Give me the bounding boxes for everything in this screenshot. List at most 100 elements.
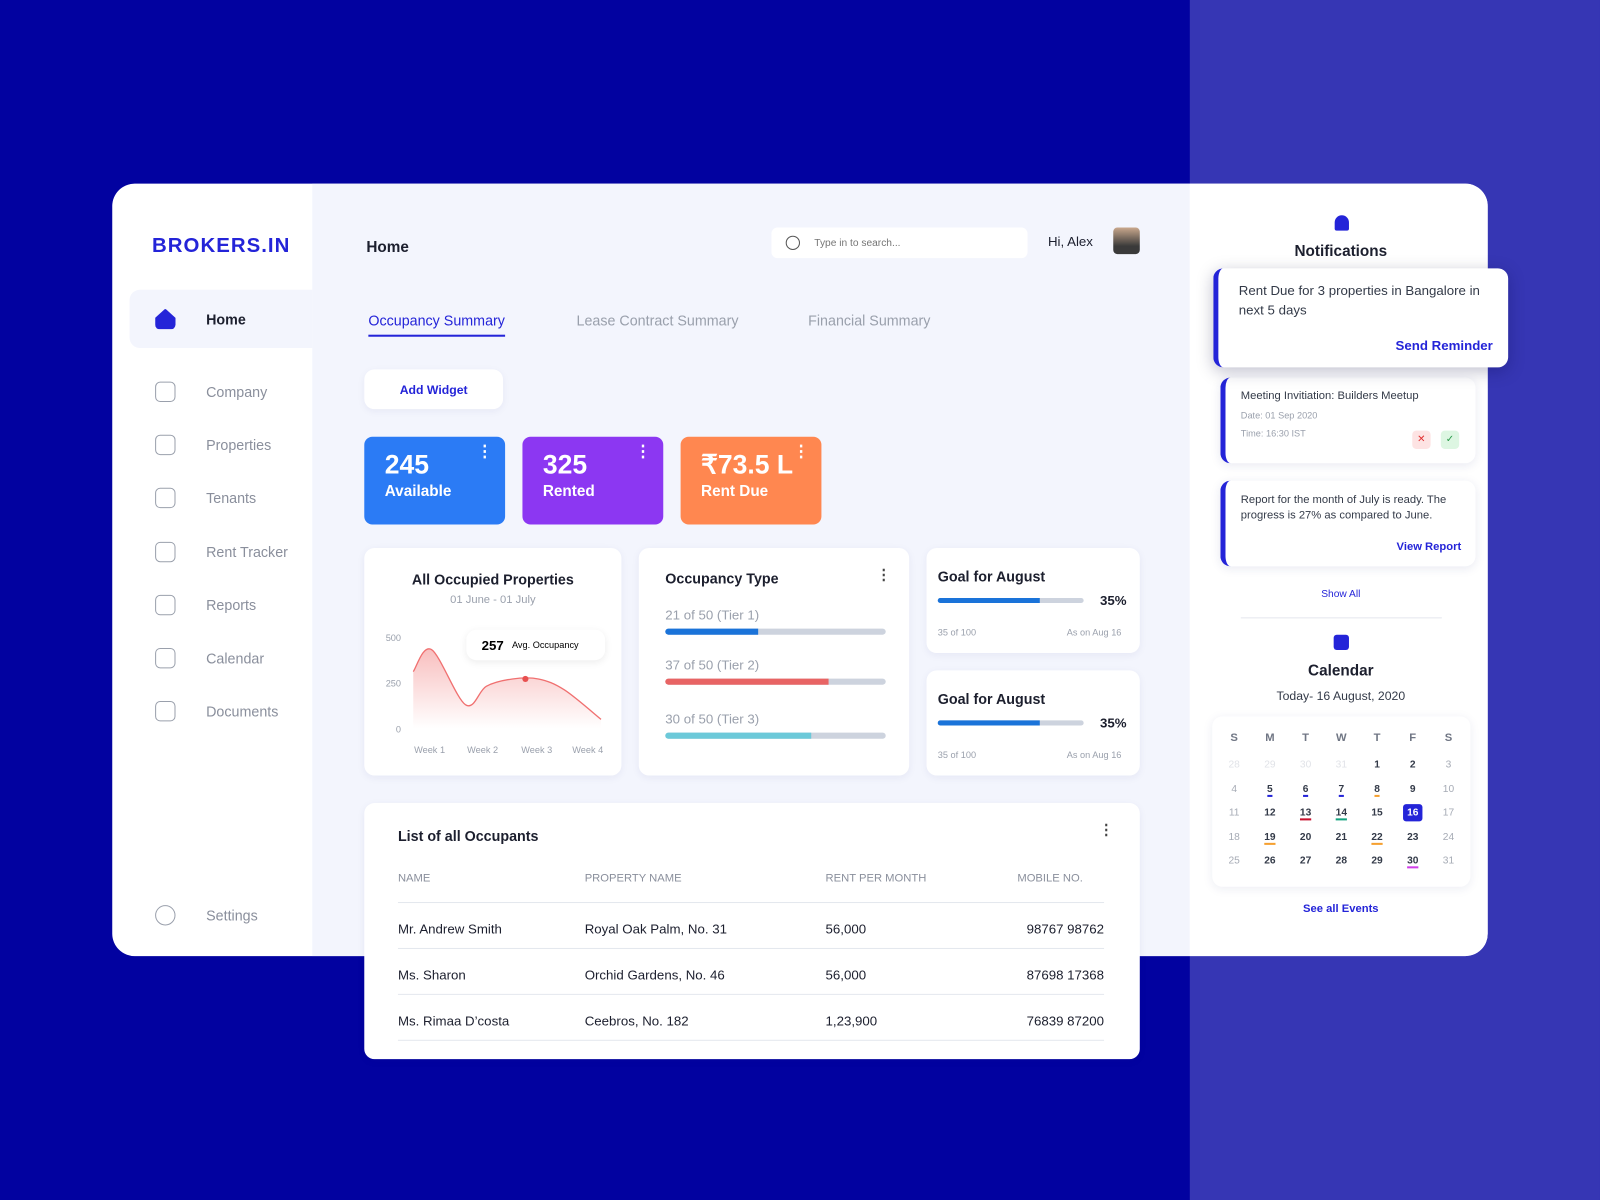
view-report-link[interactable]: View Report <box>1397 540 1462 555</box>
calendar-day[interactable]: 2 <box>1395 753 1431 777</box>
day-number: 29 <box>1371 855 1383 867</box>
day-number: 30 <box>1407 855 1419 869</box>
calendar-day[interactable]: 10 <box>1431 777 1467 801</box>
calendar-day[interactable]: 15 <box>1359 801 1395 825</box>
calendar-day[interactable]: 24 <box>1431 825 1467 849</box>
notification-text: Rent Due for 3 properties in Bangalore i… <box>1238 282 1480 318</box>
weekday-label: M <box>1265 731 1275 744</box>
stat-card-rent-due[interactable]: ₹73.5 L Rent Due ⋮ <box>680 436 822 525</box>
avatar[interactable] <box>1113 227 1140 255</box>
sidebar-item-company[interactable]: Company <box>112 371 312 412</box>
calendar-day[interactable]: 30 <box>1395 849 1431 873</box>
calendar-day[interactable]: 9 <box>1395 777 1431 801</box>
calendar-day[interactable]: 7 <box>1323 777 1359 801</box>
show-all-link[interactable]: Show All <box>1190 589 1488 600</box>
more-menu-icon[interactable]: ⋮ <box>877 566 891 583</box>
occupancy-row: 30 of 50 (Tier 3) <box>665 711 886 739</box>
calendar-day[interactable]: 29 <box>1252 753 1288 777</box>
table-row[interactable]: Mr. Andrew Smith Royal Oak Palm, No. 31 56… <box>397 903 1104 949</box>
sidebar-item-tenants[interactable]: Tenants <box>112 478 312 519</box>
tab-financial-summary[interactable]: Financial Summary <box>808 312 930 328</box>
more-menu-icon[interactable]: ⋮ <box>1099 821 1113 838</box>
calendar-day[interactable]: 26 <box>1252 849 1288 873</box>
stat-card-rented[interactable]: 325 Rented ⋮ <box>522 436 664 525</box>
sidebar-item-home[interactable]: Home <box>129 289 313 348</box>
table-cell: 1,23,900 <box>825 1013 878 1029</box>
calendar-day[interactable]: 31 <box>1431 849 1467 873</box>
tab-lease-contract-summary[interactable]: Lease Contract Summary <box>577 312 739 328</box>
calendar-day[interactable]: 16 <box>1395 801 1431 825</box>
calendar-day[interactable]: 8 <box>1359 777 1395 801</box>
table-row[interactable]: Ms. Rimaa D’costa Ceebros, No. 182 1,23,90… <box>397 995 1105 1041</box>
progress-bar <box>665 678 886 685</box>
calendar-day[interactable]: 23 <box>1395 825 1431 849</box>
tracker-icon <box>155 541 176 563</box>
sidebar-item-reports[interactable]: Reports <box>112 585 312 626</box>
table-cell: 87698 17368 <box>1026 967 1105 983</box>
progress-bar <box>665 628 886 635</box>
sidebar-item-settings[interactable]: Settings <box>112 895 312 936</box>
calendar-day[interactable]: 18 <box>1216 825 1252 849</box>
day-number: 7 <box>1338 783 1345 797</box>
calendar-day[interactable]: 22 <box>1359 825 1395 849</box>
occupancy-label: 30 of 50 (Tier 3) <box>665 711 760 727</box>
calendar-day[interactable]: 20 <box>1288 825 1324 849</box>
area-chart: 0 250 500 Week 1 Week 2 Week 3 Week 4 <box>386 633 604 755</box>
search-box[interactable] <box>771 227 1028 259</box>
calendar-day[interactable]: 30 <box>1288 753 1324 777</box>
send-reminder-button[interactable]: Send Reminder <box>1396 336 1493 355</box>
sidebar-item-calendar[interactable]: Calendar <box>112 638 312 679</box>
more-menu-icon[interactable]: ⋮ <box>635 444 651 461</box>
column-header: RENT PER MONTH <box>825 872 927 885</box>
calendar-day[interactable]: 17 <box>1431 801 1467 825</box>
calendar-day[interactable]: 29 <box>1359 849 1395 873</box>
table-cell: 76839 87200 <box>1026 1013 1105 1029</box>
calendar-day[interactable]: 12 <box>1252 801 1288 825</box>
table-cell: Ms. Sharon <box>397 967 466 983</box>
calendar-day[interactable]: 25 <box>1216 849 1252 873</box>
stat-card-available[interactable]: 245 Available ⋮ <box>364 436 506 525</box>
tooltip-value: 257 <box>481 637 504 653</box>
notifications-title: Notifications <box>1294 242 1388 261</box>
calendar-day[interactable]: 28 <box>1216 753 1252 777</box>
sidebar-item-rent-tracker[interactable]: Rent Tracker <box>112 532 312 573</box>
calendar-day[interactable]: 27 <box>1288 849 1324 873</box>
progress-fill <box>937 720 1040 726</box>
calendar-day[interactable]: 1 <box>1359 753 1395 777</box>
x-tick-label: Week 2 <box>467 745 498 755</box>
sidebar-item-documents[interactable]: Documents <box>112 691 312 732</box>
occupancy-row: 37 of 50 (Tier 2) <box>665 657 886 685</box>
table-row[interactable]: Ms. Sharon Orchid Gardens, No. 46 56,000 87… <box>397 949 1105 995</box>
occupants-table-card: List of all Occupants ⋮ NAME PROPERTY NAM… <box>364 803 1140 1060</box>
see-all-events-link[interactable]: See all Events <box>1190 903 1488 915</box>
goal-percent: 35% <box>1099 715 1127 731</box>
calendar-day[interactable]: 3 <box>1431 753 1467 777</box>
calendar-day[interactable]: 28 <box>1323 849 1359 873</box>
tab-occupancy-summary[interactable]: Occupancy Summary <box>368 312 505 337</box>
more-menu-icon[interactable]: ⋮ <box>477 444 493 461</box>
y-tick-label: 0 <box>396 725 401 735</box>
add-widget-button[interactable]: Add Widget <box>364 369 504 410</box>
calendar-day[interactable]: 14 <box>1323 801 1359 825</box>
x-tick-label: Week 3 <box>521 745 552 755</box>
greeting: Hi, Alex <box>1047 233 1093 249</box>
day-number: 9 <box>1409 783 1416 795</box>
goal-date: As on Aug 16 <box>1066 627 1122 638</box>
calendar-day[interactable]: 19 <box>1252 825 1288 849</box>
calendar-day[interactable]: 21 <box>1323 825 1359 849</box>
decline-button[interactable]: ✕ <box>1412 430 1431 449</box>
calendar-day[interactable]: 31 <box>1323 753 1359 777</box>
accept-button[interactable]: ✓ <box>1440 430 1460 449</box>
day-number: 19 <box>1264 831 1276 845</box>
goal-title: Goal for August <box>937 568 1046 585</box>
calendar-day[interactable]: 11 <box>1216 801 1252 825</box>
more-menu-icon[interactable]: ⋮ <box>793 444 809 461</box>
search-input[interactable] <box>814 237 998 249</box>
sidebar-item-properties[interactable]: Properties <box>112 424 312 465</box>
calendar-day[interactable]: 6 <box>1288 777 1324 801</box>
calendar-day[interactable]: 4 <box>1216 777 1252 801</box>
goal-progress-bar <box>937 720 1084 726</box>
goal-title: Goal for August <box>937 690 1046 708</box>
calendar-day[interactable]: 5 <box>1252 777 1288 801</box>
calendar-day[interactable]: 13 <box>1288 801 1324 825</box>
